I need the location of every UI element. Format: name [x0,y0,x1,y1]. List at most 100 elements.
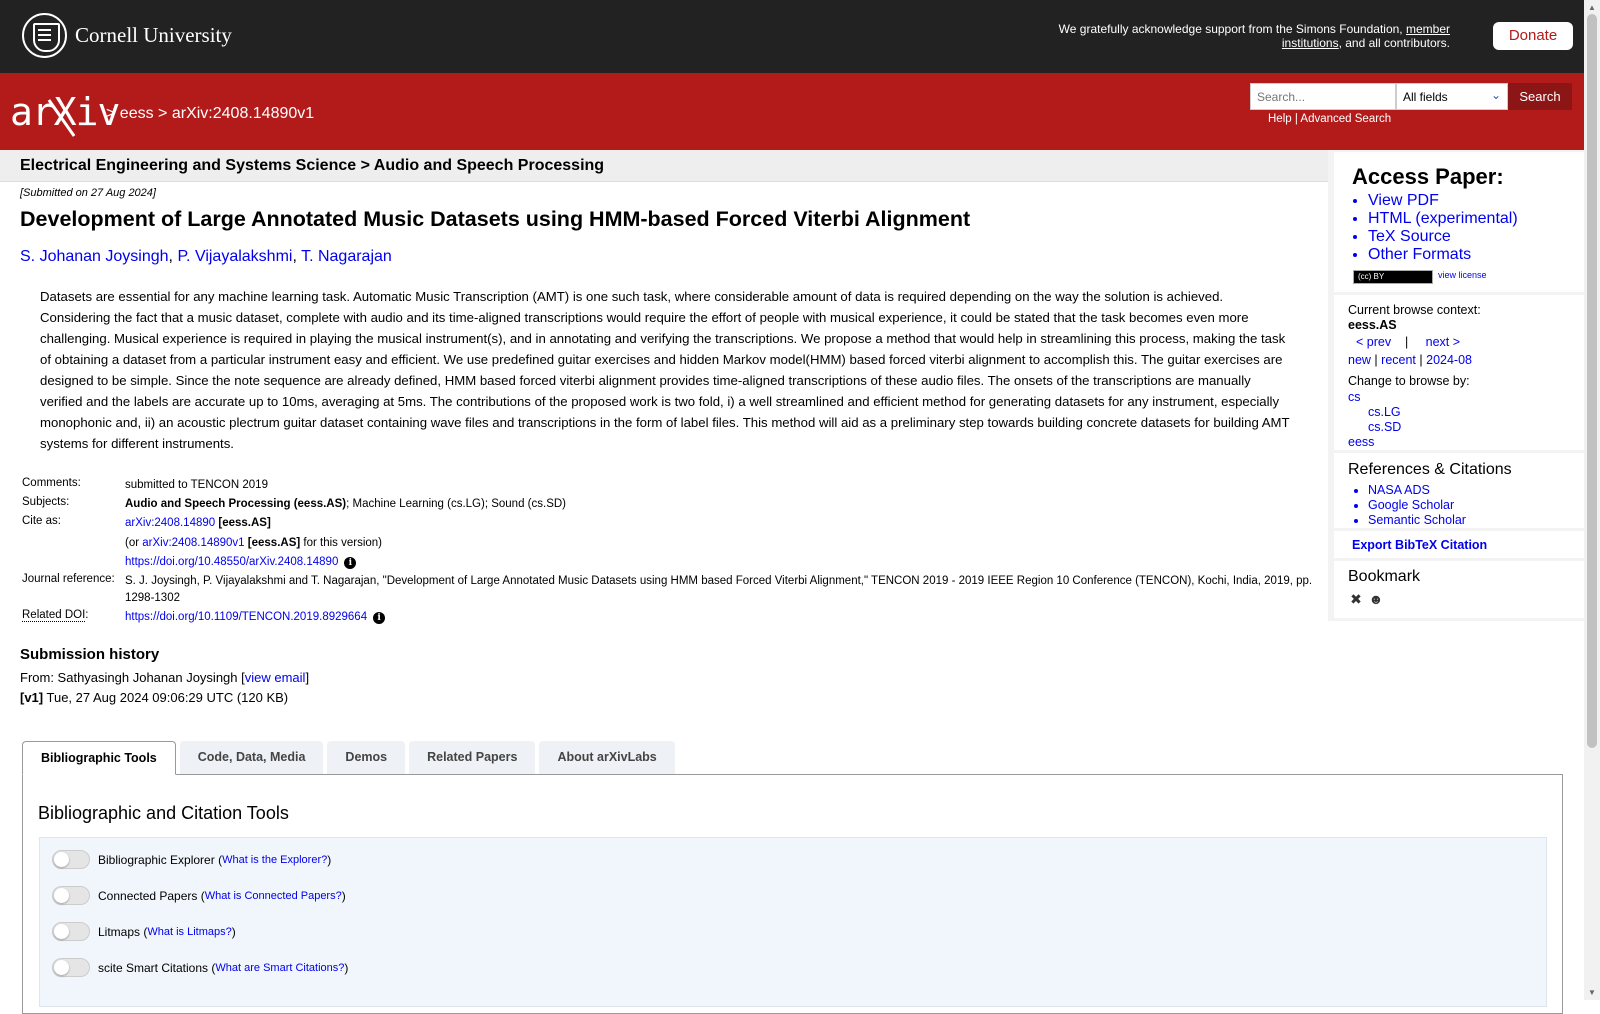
semantic-scholar-link[interactable]: Semantic Scholar [1368,513,1466,527]
info-icon[interactable]: i [373,612,386,624]
arxiv-header: arXiv > eess > arXiv:2408.14890v1 All fi… [0,73,1584,150]
references-title: References & Citations [1348,461,1512,478]
cornell-logo[interactable]: Cornell University [22,13,232,58]
tool-info-link[interactable]: What is Litmaps? [147,926,231,938]
cornell-banner: Cornell University We gratefully acknowl… [0,0,1584,73]
nasa-ads-link[interactable]: NASA ADS [1368,483,1430,497]
reddit-icon[interactable]: ☻ [1368,591,1384,607]
acknowledgement: We gratefully acknowledge support from t… [1058,22,1450,50]
journal-row: Journal reference: S. J. Joysingh, P. Vi… [22,573,1313,604]
litmaps-toggle[interactable] [52,922,90,941]
tab-panel: Bibliographic and Citation Tools Bibliog… [22,774,1563,1014]
donate-button[interactable]: Donate [1493,22,1573,50]
help-links: Help | Advanced Search [1268,113,1392,125]
info-icon[interactable]: i [344,557,357,569]
tools-box: Bibliographic Explorer (What is the Expl… [39,837,1547,1007]
access-links: View PDF HTML (experimental) TeX Source … [1352,192,1518,264]
chevron-down-icon: ⌄ [1490,88,1501,102]
arxiv-logo[interactable]: arXiv [10,92,120,132]
browse-context-value: eess.AS [1348,318,1397,332]
category-path: Electrical Engineering and Systems Scien… [20,157,605,174]
help-link[interactable]: Help [1268,113,1292,125]
primary-subject: Audio and Speech Processing (eess.AS) [125,498,347,510]
related-doi-row: Related DOI: https://doi.org/10.1109/TEN… [20,609,1320,628]
tab-demos[interactable]: Demos [327,741,406,774]
tool-info-link[interactable]: What is the Explorer? [222,854,327,866]
cite-version-link[interactable]: arXiv:2408.14890v1 [142,537,244,549]
tool-row: Connected Papers (What is Connected Pape… [52,886,346,905]
tab-related-papers[interactable]: Related Papers [409,741,536,774]
page-scrollbar[interactable]: ▲ ▼ [1584,0,1600,1000]
metadata-table: Comments: submitted to TENCON 2019 Subje… [20,477,1320,628]
cc-by-license-icon[interactable]: (cc) BY [1353,270,1433,284]
other-formats-link[interactable]: Other Formats [1368,246,1471,263]
references-box: References & Citations NASA ADS Google S… [1334,453,1585,528]
browse-nav: < prev | next > [1356,335,1461,349]
bibsonomy-icon[interactable]: ✖ [1348,591,1364,607]
author-list: S. Johanan Joysingh, P. Vijayalakshmi, T… [20,248,392,265]
browse-context-box: Current browse context: eess.AS < prev |… [1334,295,1585,450]
breadcrumb-paper-id: arXiv:2408.14890v1 [171,105,315,122]
author-link[interactable]: T. Nagarajan [301,248,392,265]
submitted-date: [Submitted on 27 Aug 2024] [20,187,156,199]
bookmark-title: Bookmark [1348,568,1421,585]
comments-row: Comments: submitted to TENCON 2019 [22,477,268,491]
tool-row: Bibliographic Explorer (What is the Expl… [52,850,331,869]
prev-link[interactable]: < prev [1356,335,1391,349]
access-paper-box: Access Paper: View PDF HTML (experimenta… [1334,152,1585,292]
scroll-thumb[interactable] [1587,14,1597,748]
author-link[interactable]: S. Johanan Joysingh [20,248,169,265]
panel-title: Bibliographic and Citation Tools [38,803,289,823]
view-email-link[interactable]: view email [245,670,306,685]
scite-toggle[interactable] [52,958,90,977]
bookmark-box: Bookmark ✖ ☻ [1334,561,1585,618]
search-field-select[interactable]: All fields ⌄ [1396,83,1508,110]
browse-category-cs-lg[interactable]: cs.LG [1368,405,1401,419]
search-button[interactable]: Search [1508,83,1572,110]
sidebar: Access Paper: View PDF HTML (experimenta… [1328,150,1585,621]
browse-category-cs-sd[interactable]: cs.SD [1368,420,1401,434]
advanced-search-link[interactable]: Advanced Search [1300,113,1391,125]
tex-source-link[interactable]: TeX Source [1368,228,1451,245]
bibliographic-explorer-toggle[interactable] [52,850,90,869]
breadcrumb: > eess > arXiv:2408.14890v1 [106,105,315,122]
access-paper-title: Access Paper: [1352,164,1504,189]
browse-category-eess[interactable]: eess [1348,435,1374,449]
export-bibtex-link[interactable]: Export BibTeX Citation [1352,538,1487,552]
reference-links: NASA ADS Google Scholar Semantic Scholar [1348,483,1466,528]
search-bar: All fields ⌄ Search [1250,83,1572,110]
version-entry: [v1] Tue, 27 Aug 2024 09:06:29 UTC (120 … [20,690,289,705]
breadcrumb-category[interactable]: eess [120,105,154,122]
new-link[interactable]: new [1348,353,1371,367]
doi-link[interactable]: https://doi.org/10.48550/arXiv.2408.1489… [125,556,338,568]
submission-history-title: Submission history [20,646,160,663]
tab-code-data-media[interactable]: Code, Data, Media [179,741,324,774]
connected-papers-toggle[interactable] [52,886,90,905]
abstract: Datasets are essential for any machine l… [40,289,1290,451]
browse-category-cs[interactable]: cs [1348,390,1361,404]
cornell-name: Cornell University [75,23,232,47]
next-link[interactable]: next > [1426,335,1460,349]
scroll-up-arrow-icon[interactable]: ▲ [1588,3,1596,12]
related-doi-link[interactable]: https://doi.org/10.1109/TENCON.2019.8929… [125,611,367,623]
subjects-row: Subjects: Audio and Speech Processing (e… [22,496,566,510]
tool-info-link[interactable]: What are Smart Citations? [215,962,344,974]
tab-about-arxivlabs[interactable]: About arXivLabs [539,741,675,774]
google-scholar-link[interactable]: Google Scholar [1368,498,1454,512]
submission-from: From: Sathyasingh Johanan Joysingh [view… [20,670,310,685]
cornell-seal-icon [22,13,67,58]
html-link[interactable]: HTML (experimental) [1368,210,1518,227]
view-license-link[interactable]: view license [1438,270,1487,280]
bookmark-icons: ✖ ☻ [1348,591,1384,607]
recent-link[interactable]: recent [1381,353,1416,367]
cite-row: Cite as: arXiv:2408.14890 [eess.AS] (or … [22,515,383,569]
paper-title: Development of Large Annotated Music Dat… [20,207,971,231]
search-input[interactable] [1250,83,1396,110]
month-link[interactable]: 2024-08 [1426,353,1472,367]
tool-info-link[interactable]: What is Connected Papers? [205,890,342,902]
cite-id-link[interactable]: arXiv:2408.14890 [125,517,215,529]
scroll-down-arrow-icon[interactable]: ▼ [1588,988,1596,997]
view-pdf-link[interactable]: View PDF [1368,192,1439,209]
tab-bibliographic-tools[interactable]: Bibliographic Tools [22,741,176,775]
author-link[interactable]: P. Vijayalakshmi [177,248,292,265]
